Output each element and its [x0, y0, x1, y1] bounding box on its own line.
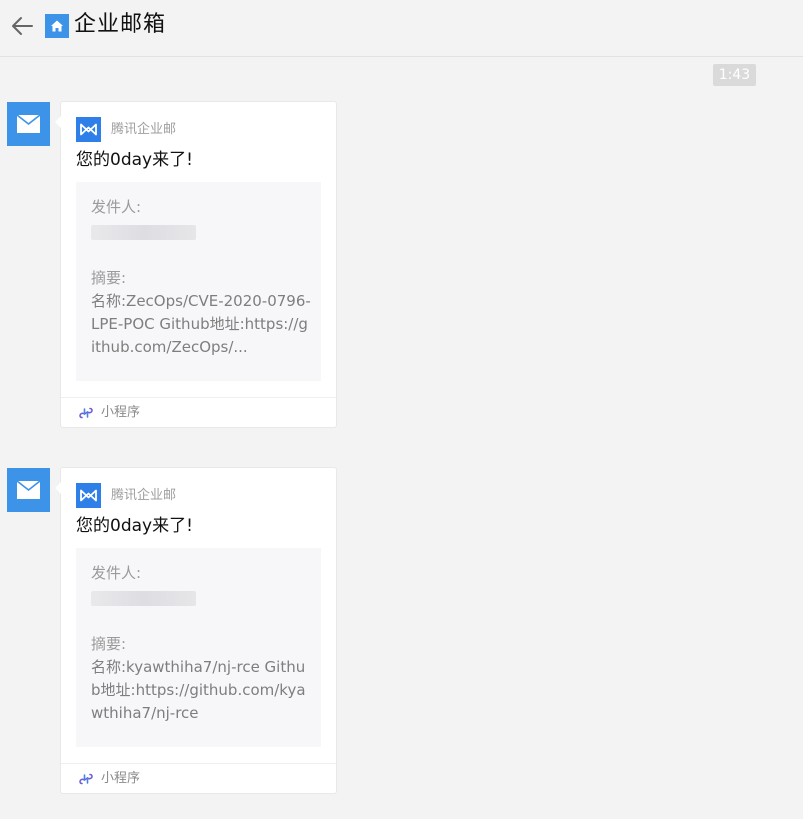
card-footer[interactable]: 小程序	[61, 763, 336, 793]
summary-box: 发件人: 摘要: 名称:ZecOps/CVE-2020-0796-LPE-POC…	[76, 182, 321, 381]
summary-text: 名称:ZecOps/CVE-2020-0796-LPE-POC Github地址…	[91, 292, 311, 356]
home-icon[interactable]	[45, 14, 69, 38]
brand-name: 腾讯企业邮	[111, 122, 177, 137]
summary-label: 摘要:	[91, 635, 127, 653]
message-title: 您的0day来了!	[76, 516, 193, 536]
message-card[interactable]: 腾讯企业邮 您的0day来了! 发件人: 摘要: 名称:kyawthiha7/n…	[55, 467, 337, 794]
avatar[interactable]	[7, 468, 50, 512]
top-bar: 企业邮箱	[0, 0, 803, 57]
summary-label: 摘要:	[91, 269, 127, 287]
tencent-exmail-logo-icon	[76, 117, 101, 142]
sender-redacted	[91, 225, 196, 240]
card-footer[interactable]: 小程序	[61, 397, 336, 427]
mail-envelope-icon	[17, 115, 40, 133]
back-button[interactable]	[10, 13, 36, 39]
mini-program-label: 小程序	[101, 405, 141, 420]
message-card[interactable]: 腾讯企业邮 您的0day来了! 发件人: 摘要: 名称:ZecOps/CVE-2…	[55, 101, 337, 428]
summary-box: 发件人: 摘要: 名称:kyawthiha7/nj-rce Github地址:h…	[76, 548, 321, 747]
mail-envelope-icon	[17, 481, 40, 499]
page-title: 企业邮箱	[74, 12, 167, 37]
mini-program-link-icon	[79, 773, 93, 785]
summary-text: 名称:kyawthiha7/nj-rce Github地址:https://gi…	[91, 658, 306, 722]
tencent-exmail-logo-icon	[76, 483, 101, 508]
avatar[interactable]	[7, 102, 50, 146]
timestamp-badge: 1:43	[713, 64, 756, 86]
sender-label: 发件人:	[91, 198, 142, 216]
sender-label: 发件人:	[91, 564, 142, 582]
mini-program-link-icon	[79, 407, 93, 419]
brand-name: 腾讯企业邮	[111, 488, 177, 503]
mini-program-label: 小程序	[101, 771, 141, 786]
message-title: 您的0day来了!	[76, 150, 193, 170]
arrow-left-icon	[12, 17, 33, 35]
sender-redacted	[91, 591, 196, 606]
